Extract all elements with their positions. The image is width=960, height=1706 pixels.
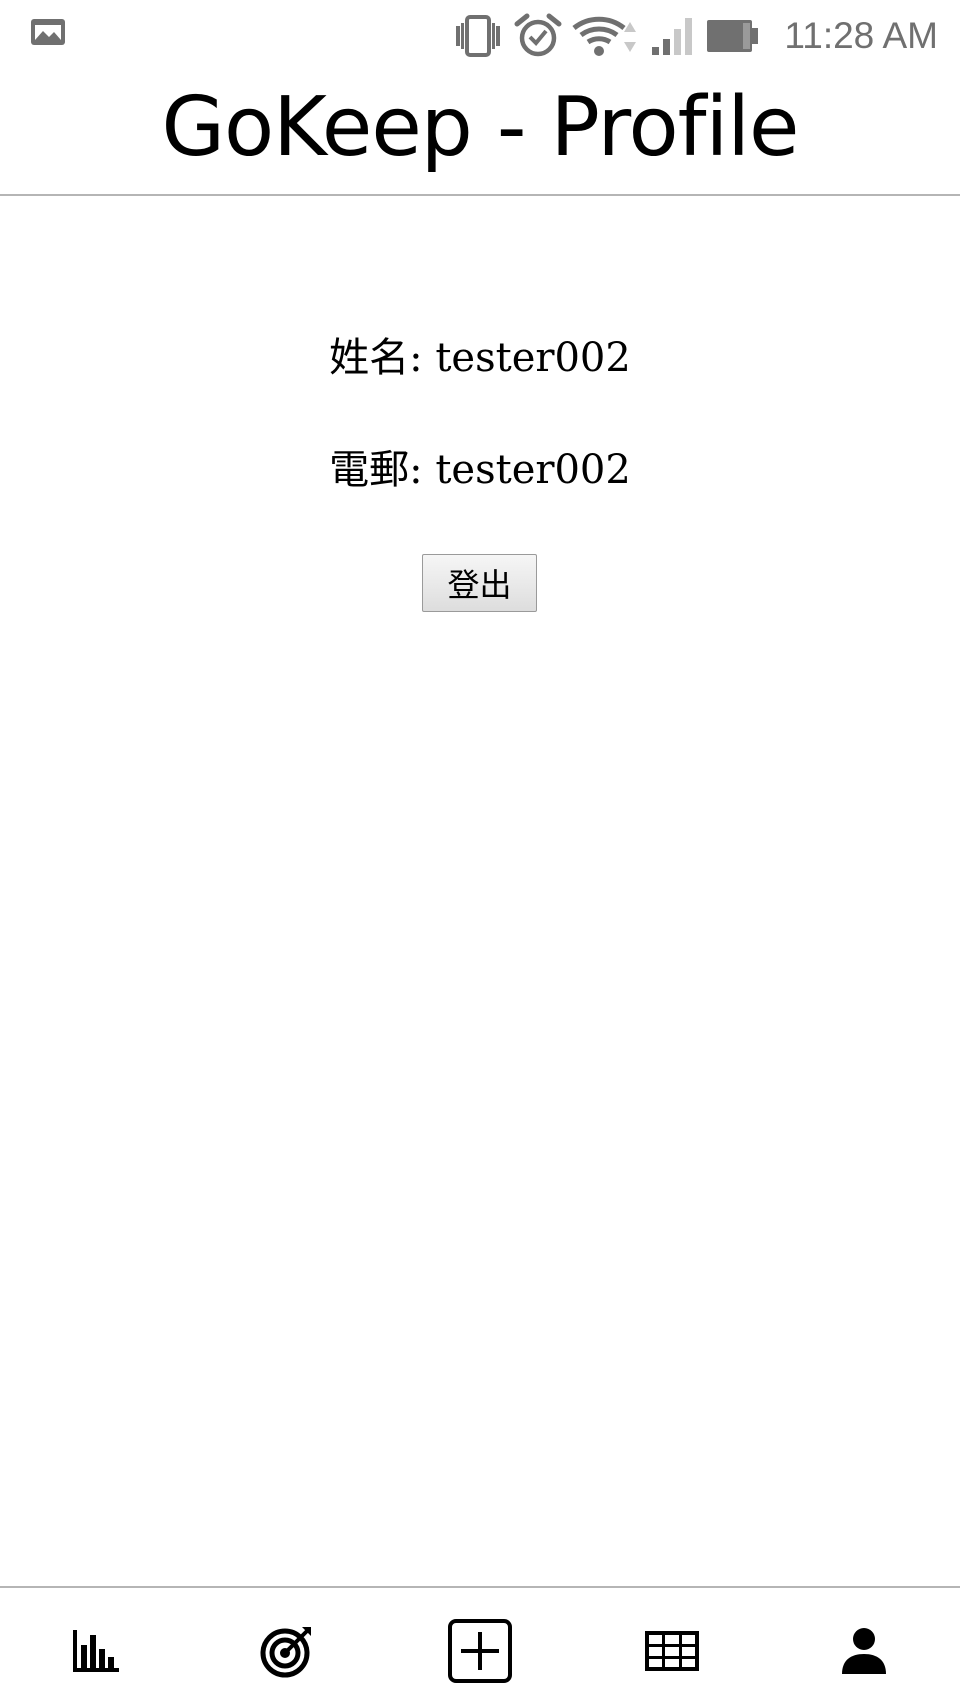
image-notification-icon [30, 17, 66, 47]
profile-email-row: 電郵: tester002 [0, 437, 960, 495]
name-value: tester002 [435, 335, 631, 381]
target-icon [259, 1623, 315, 1679]
page-title: GoKeep - Profile [161, 79, 799, 175]
nav-item-stats[interactable] [56, 1616, 136, 1686]
app-header: GoKeep - Profile [0, 72, 960, 196]
profile-name-row: 姓名: tester002 [0, 325, 960, 383]
alarm-icon [514, 13, 562, 59]
nav-item-add[interactable] [440, 1616, 520, 1686]
name-label: 姓名: [329, 335, 423, 381]
bottom-nav [0, 1586, 960, 1706]
person-icon [840, 1627, 888, 1675]
status-time: 11:28 AM [784, 15, 938, 56]
add-box-icon [447, 1618, 513, 1684]
bar-chart-icon [71, 1627, 121, 1675]
cell-signal-icon [650, 15, 696, 57]
logout-button[interactable]: 登出 [422, 554, 537, 612]
status-bar: 11:28 AM [0, 0, 960, 72]
email-label: 電郵: [329, 447, 423, 493]
battery-icon [706, 17, 760, 55]
nav-item-records[interactable] [632, 1616, 712, 1686]
vibrate-icon [452, 14, 504, 58]
nav-item-goals[interactable] [247, 1616, 327, 1686]
nav-item-profile[interactable] [824, 1616, 904, 1686]
wifi-icon [572, 14, 640, 58]
table-grid-icon [645, 1631, 699, 1671]
email-value: tester002 [435, 447, 631, 493]
